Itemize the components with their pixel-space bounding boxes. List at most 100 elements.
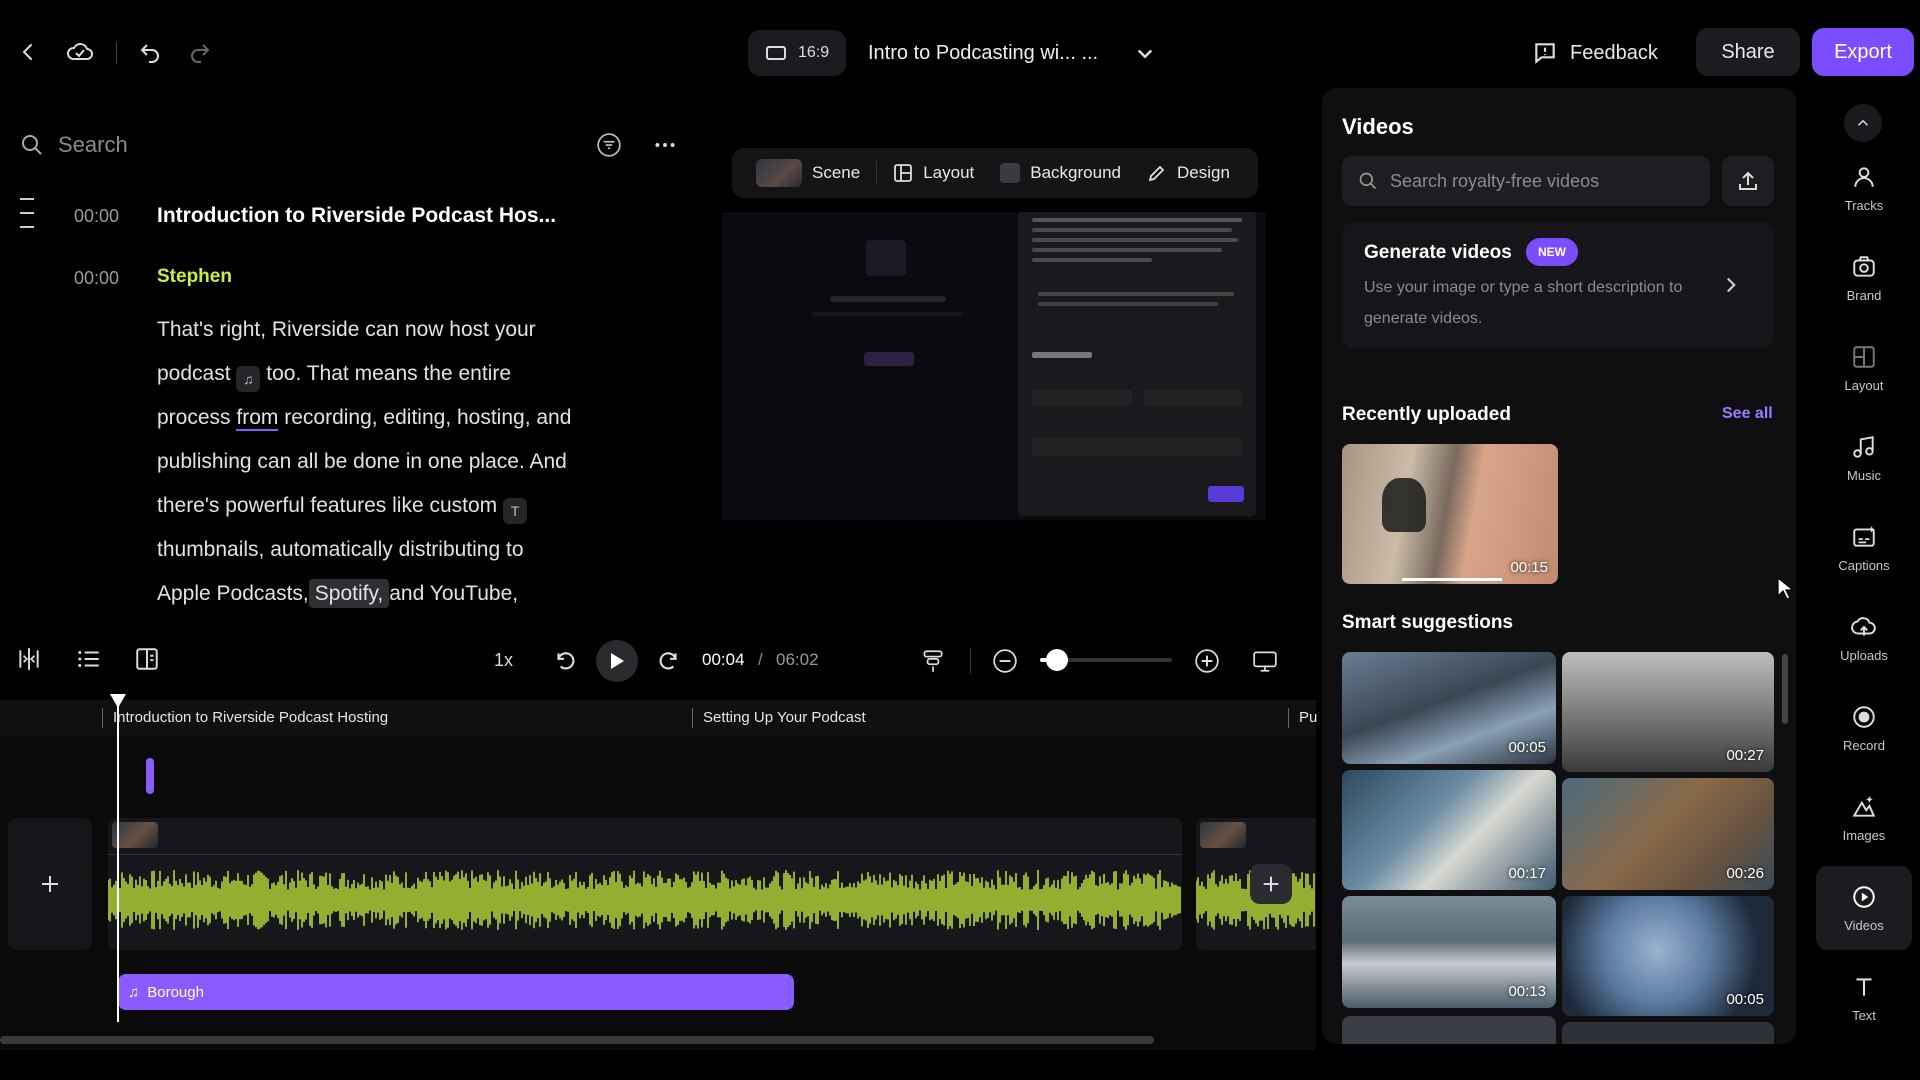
speaker-name[interactable]: Stephen [157,266,232,288]
panel-scrollbar[interactable] [1782,654,1788,724]
text-icon[interactable]: T [503,498,528,524]
forward-icon[interactable] [656,648,682,674]
split-icon[interactable] [16,646,42,672]
add-clip-button[interactable] [8,818,92,950]
rewind-icon[interactable] [552,648,578,674]
current-word: from [236,406,279,431]
rail-item-brand[interactable]: Brand [1816,236,1912,320]
add-clip-button[interactable] [1250,864,1292,904]
rail-item-captions[interactable]: Captions [1816,506,1912,590]
export-button[interactable]: Export [1812,28,1914,76]
tracks-icon [1854,166,1874,187]
rail-item-images[interactable]: Images [1816,776,1912,860]
chevron-up-icon [1857,119,1869,126]
preview-text-line [1038,292,1234,296]
feedback-button[interactable]: Feedback [1532,30,1658,76]
preview-text-line [1032,238,1238,242]
preview-image [866,240,906,276]
video-thumbnail[interactable] [1562,1022,1774,1044]
chevron-down-icon[interactable] [1130,38,1160,68]
background-button[interactable]: Background [990,155,1131,191]
section-title: Recently uploaded [1342,404,1511,425]
chevron-right-icon[interactable] [1718,272,1744,298]
rail-item-layout[interactable]: Layout [1816,326,1912,410]
playhead[interactable] [117,696,119,1022]
video-search-input[interactable]: Search royalty-free videos [1342,156,1710,206]
video-preview[interactable] [722,212,1266,520]
music-note-icon[interactable]: ♫ [236,366,261,392]
redo-icon[interactable] [180,32,220,72]
scene-toolbar: Scene Layout Background Design [732,148,1258,198]
back-icon[interactable] [8,32,48,72]
upload-button[interactable] [1722,156,1774,206]
share-button[interactable]: Share [1696,28,1800,76]
transcript-line: process from recording, editing, hosting… [157,396,627,440]
preview-button [864,352,914,366]
transcript-line: Apple Podcasts, Spotify, and YouTube, [157,572,627,616]
project-title[interactable]: Intro to Podcasting wi... ... [868,30,1098,76]
zoom-in-icon[interactable] [1194,648,1220,674]
preview-left-pane [722,212,1014,520]
rail-item-videos[interactable]: Videos [1816,866,1912,950]
video-thumbnail[interactable]: 00:05 [1562,896,1774,1016]
background-label: Background [1030,163,1121,182]
video-duration: 00:15 [1510,559,1548,576]
chapter-title[interactable]: Introduction to Riverside Podcast Hos... [157,204,556,228]
rail-label: Brand [1846,287,1882,303]
undo-icon[interactable] [130,32,170,72]
scene-button[interactable]: Scene [746,155,870,191]
screen-icon[interactable] [1252,648,1278,674]
video-thumbnail[interactable]: 00:13 [1342,896,1556,1008]
timestamp[interactable]: 00:00 [74,268,119,289]
video-thumbnail[interactable]: 00:05 [1342,652,1556,764]
video-thumbnail[interactable]: 00:17 [1342,770,1556,890]
caption-marker[interactable] [146,758,154,794]
transcript-text[interactable]: That's right, Riverside can now host you… [157,308,627,616]
align-icon[interactable] [920,648,946,674]
current-time: 00:04 [702,650,745,669]
search-icon [1359,172,1377,190]
divider [970,648,971,674]
upload-icon [1739,171,1757,190]
zoom-slider-handle[interactable] [1046,649,1068,671]
rail-item-uploads[interactable]: Uploads [1816,596,1912,680]
zoom-out-icon[interactable] [992,648,1018,674]
rail-item-music[interactable]: Music [1816,416,1912,500]
transcript-search[interactable]: Search [20,124,680,166]
timestamp[interactable]: 00:00 [74,206,119,227]
chapter-marker[interactable]: Setting Up Your Podcast [692,708,866,728]
rail-label: Uploads [1840,647,1888,663]
panel-toggle-icon[interactable] [134,646,160,672]
video-thumbnail[interactable] [1342,1016,1556,1044]
video-thumbnail[interactable]: 00:15 [1342,444,1558,584]
layout-icon [894,164,913,182]
chapter-marker[interactable]: Pu [1288,708,1317,728]
plus-icon [42,876,58,892]
time-separator: / [758,650,763,669]
rail-item-record[interactable]: Record [1816,686,1912,770]
rail-item-tracks[interactable]: Tracks [1816,146,1912,230]
music-clip[interactable]: ♫ Borough [118,974,794,1010]
more-options-icon[interactable] [652,132,678,158]
filter-icon[interactable] [596,132,622,158]
video-thumbnail[interactable]: 00:26 [1562,778,1774,890]
collapse-button[interactable] [1844,104,1882,142]
video-duration: 00:05 [1726,991,1764,1008]
aspect-ratio-button[interactable]: 16:9 [748,30,846,76]
transcript-line: That's right, Riverside can now host you… [157,318,536,341]
play-button[interactable] [596,640,638,682]
transcript-line: thumbnails, automatically distributing t… [157,538,524,561]
see-all-link[interactable]: See all [1722,405,1773,423]
layout-button[interactable]: Layout [883,155,984,191]
rail-item-text[interactable]: Text [1816,956,1912,1040]
chapter-marker[interactable]: Introduction to Riverside Podcast Hostin… [102,708,388,728]
horizontal-scrollbar[interactable] [0,1036,1154,1044]
cloud-sync-icon[interactable] [60,32,100,72]
list-icon[interactable] [76,646,102,672]
brush-icon [1148,165,1165,182]
playback-speed[interactable]: 1x [494,650,513,671]
generate-description: Use your image or type a short descripti… [1364,279,1683,327]
video-track[interactable] [108,818,1182,950]
video-thumbnail[interactable]: 00:27 [1562,652,1774,772]
design-button[interactable]: Design [1137,155,1240,191]
